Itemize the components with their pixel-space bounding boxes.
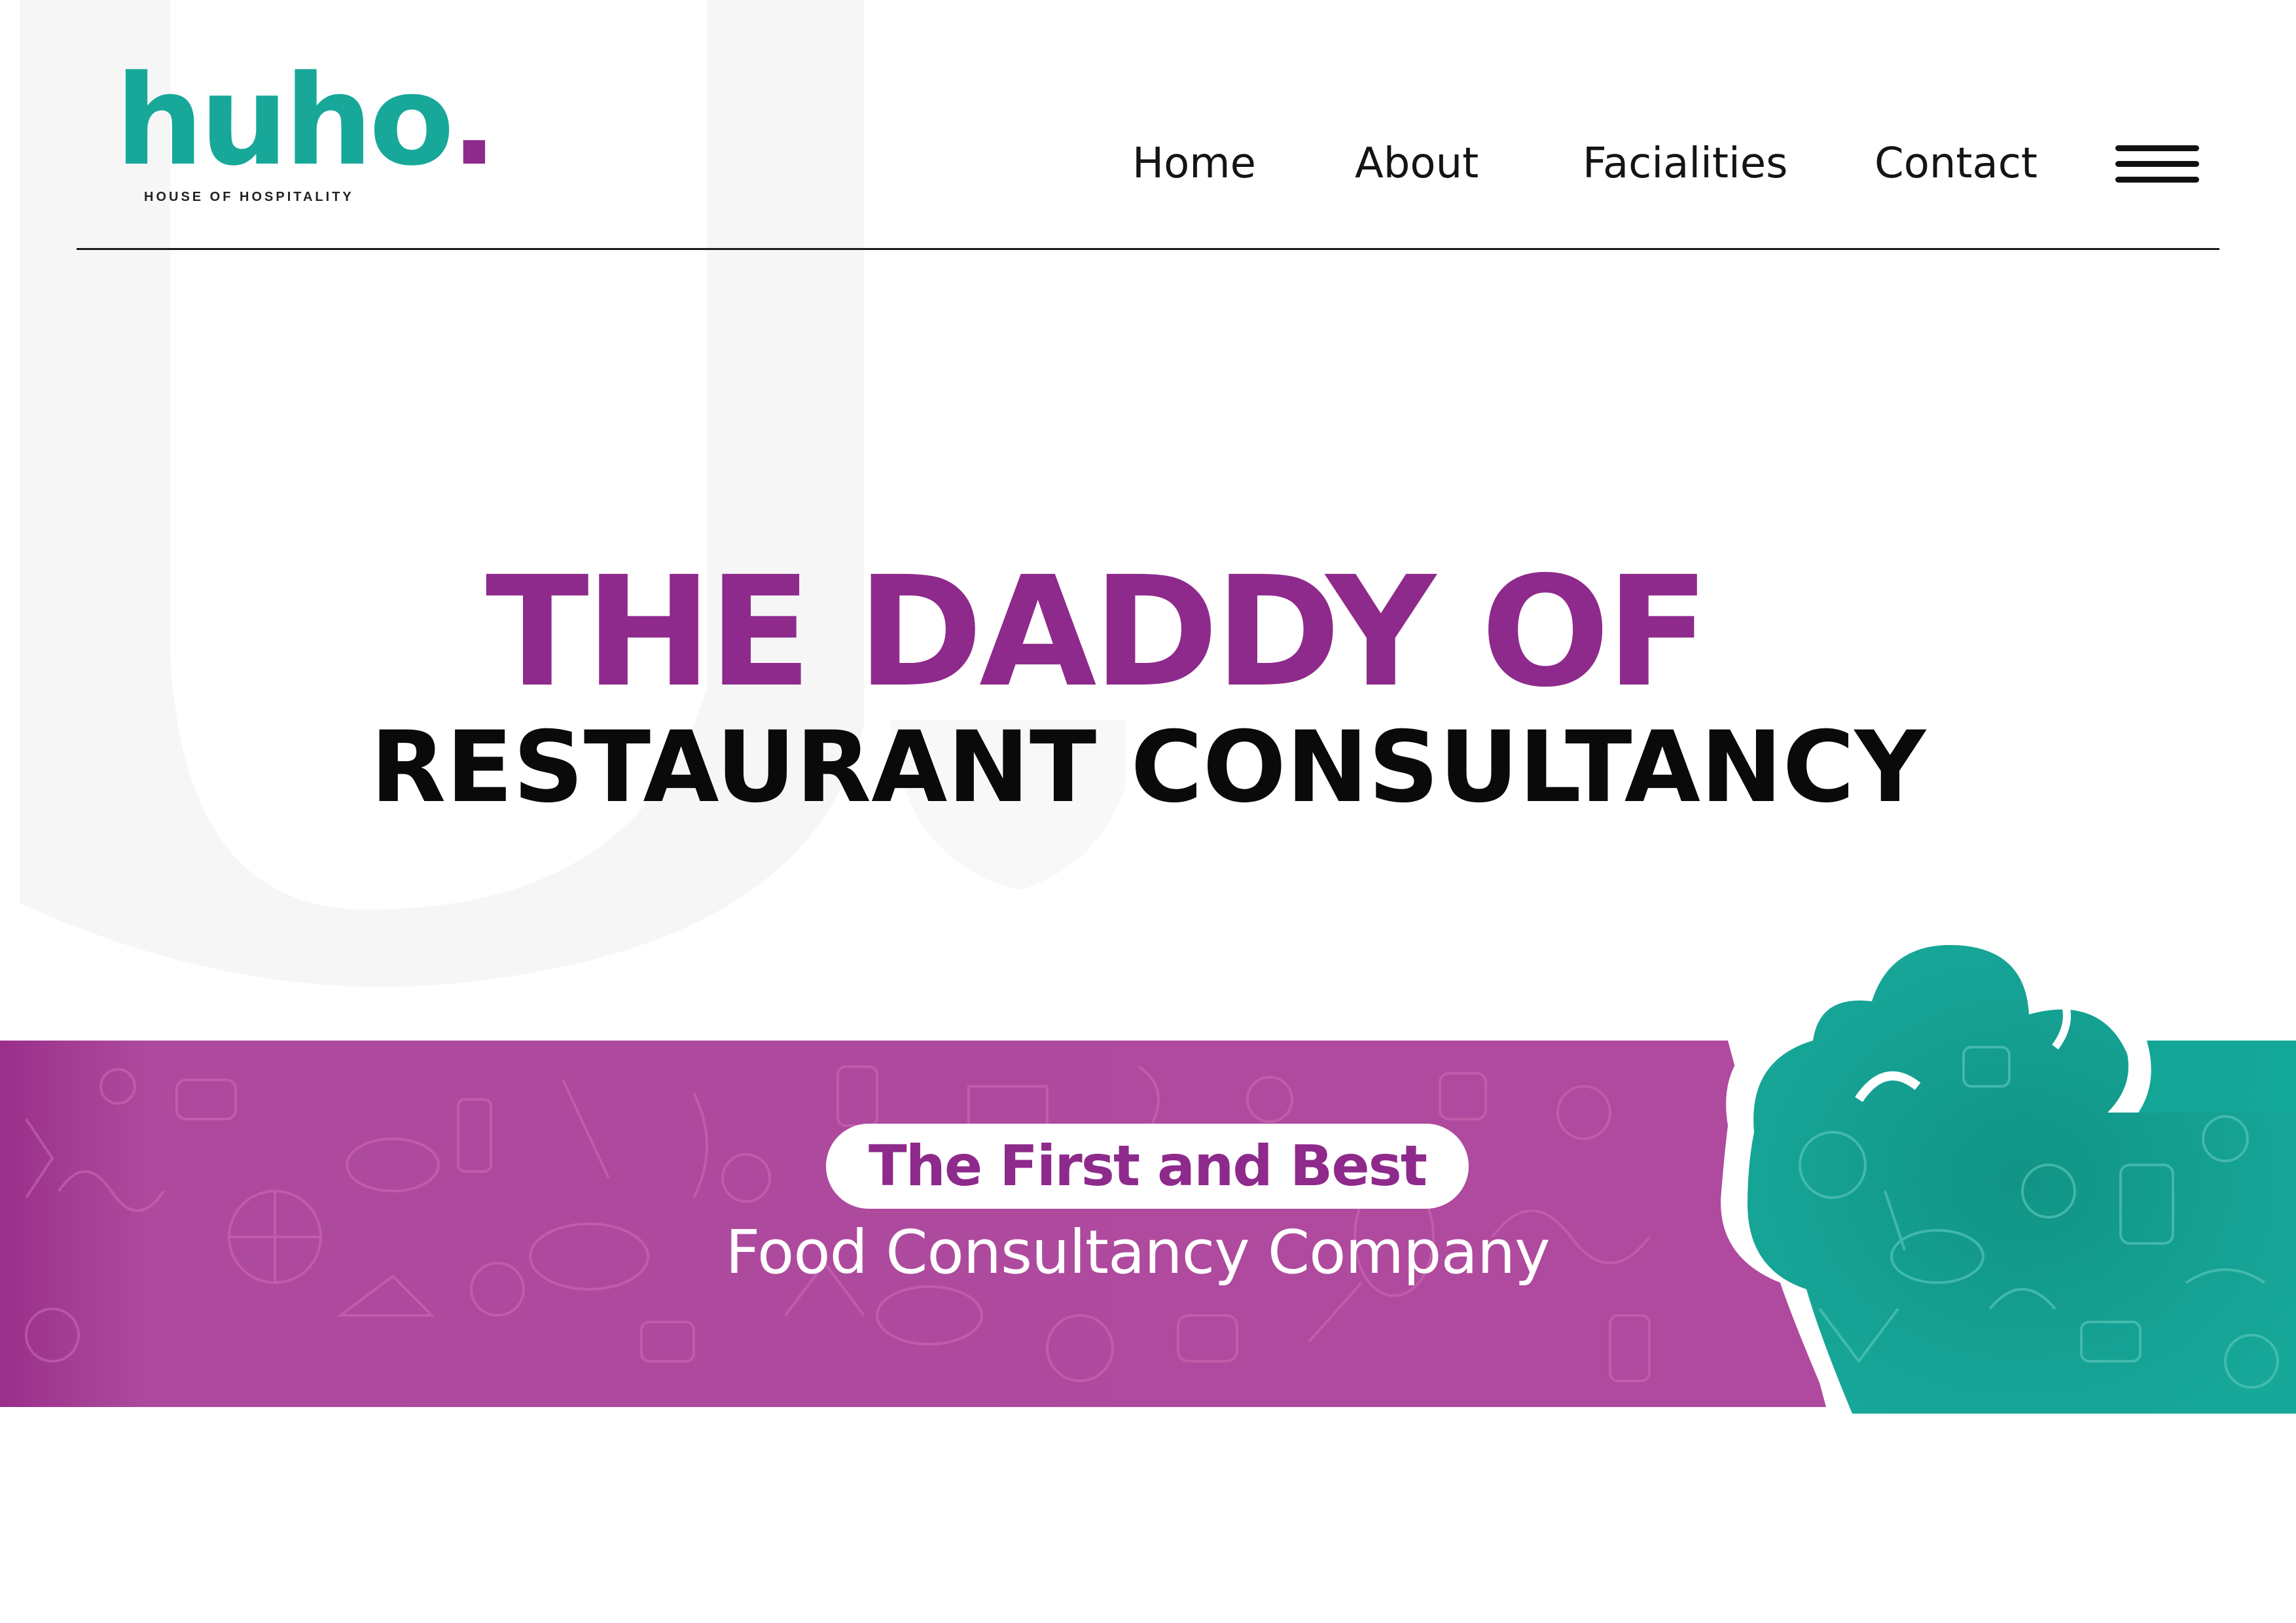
hamburger-line (2115, 161, 2199, 167)
nav-item-facialities[interactable]: Facialities (1583, 134, 1788, 193)
hamburger-line (2115, 145, 2199, 151)
site-header: huho. HOUSE OF HOSPITALITY Home About Fa… (0, 0, 2296, 255)
header-divider (77, 248, 2219, 250)
nav-item-contact[interactable]: Contact (1874, 134, 2037, 193)
hero-title-line2: RESTAURANT CONSULTANCY (370, 711, 1926, 825)
tagline-pill-text: The First and Best (869, 1133, 1427, 1199)
hero-title-line1: THE DADDY OF (485, 544, 1710, 721)
hamburger-menu-icon[interactable] (2115, 145, 2199, 185)
tagline-pill: The First and Best (826, 1124, 1469, 1209)
hamburger-line (2115, 177, 2199, 183)
chef-hat-illustration (1721, 922, 2296, 1414)
banner-subtitle: Food Consultancy Company (725, 1217, 1550, 1287)
main-navigation: Home About Facialities Contact (0, 134, 2296, 193)
nav-item-home[interactable]: Home (1132, 134, 1256, 193)
nav-item-about[interactable]: About (1355, 134, 1479, 193)
